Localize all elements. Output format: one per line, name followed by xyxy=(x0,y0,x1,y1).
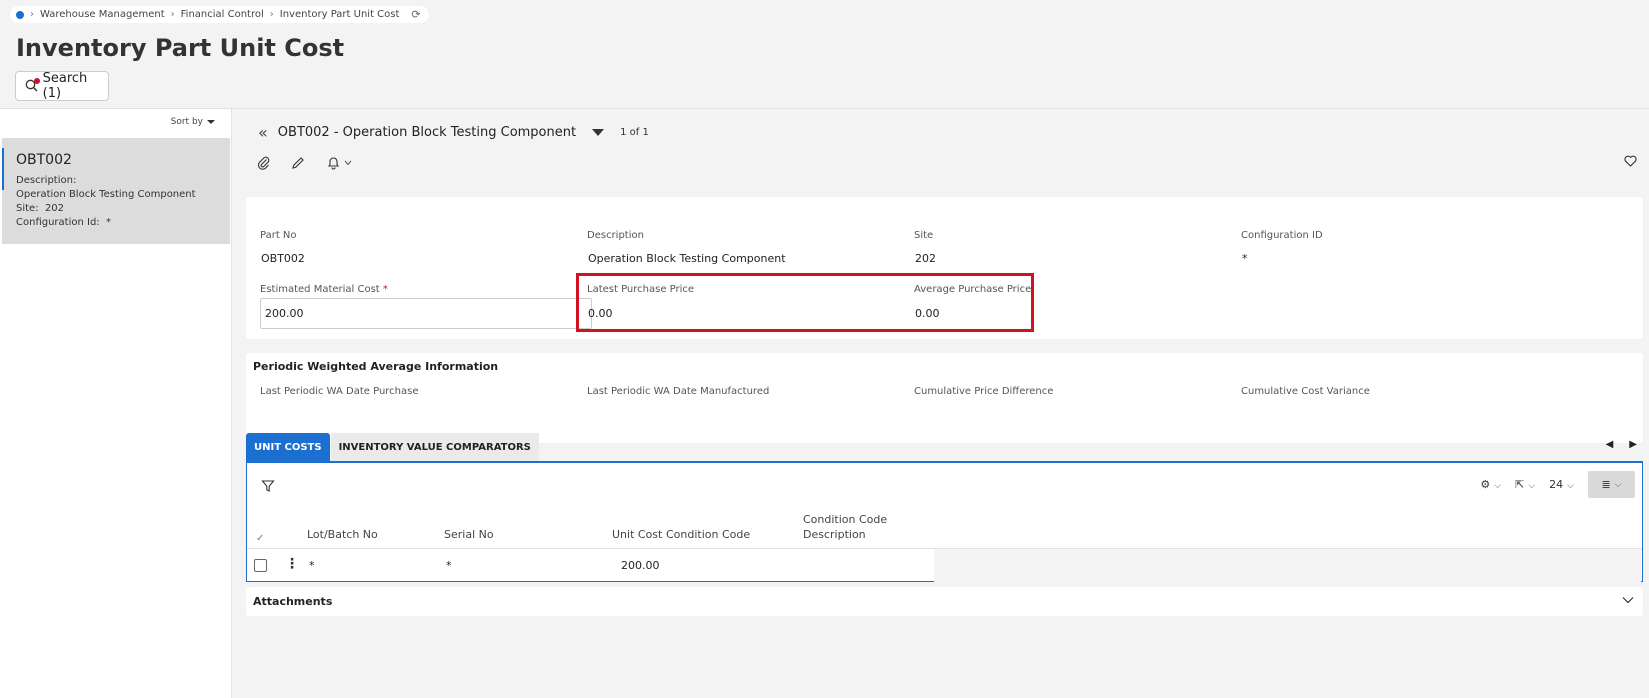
record-count: 1 of 1 xyxy=(620,127,649,138)
last-wa-date-purchase-label: Last Periodic WA Date Purchase xyxy=(260,386,419,397)
tab-inventory-value-comparators[interactable]: INVENTORY VALUE COMPARATORS xyxy=(330,433,539,461)
search-icon xyxy=(25,78,40,93)
configuration-id-label: Configuration ID xyxy=(1241,230,1323,241)
record-description: Operation Block Testing Component xyxy=(16,189,196,200)
table-row-empty-area xyxy=(934,549,1641,582)
cell-lot-batch-no: * xyxy=(309,559,315,572)
bell-icon[interactable] xyxy=(324,155,354,171)
row-density-button[interactable]: ≣ ⌵ xyxy=(1588,471,1635,498)
grid-export-button[interactable]: ⇱ ⌵ xyxy=(1515,478,1535,491)
record-list-panel: Sort by OBT002 Description: Operation Bl… xyxy=(0,109,232,698)
grid-settings-button[interactable]: ⚙ ⌵ xyxy=(1480,478,1501,491)
column-condition-code-description[interactable]: Condition Code Description xyxy=(803,512,887,542)
record-title[interactable]: OBT002 - Operation Block Testing Compone… xyxy=(278,125,576,140)
last-wa-date-manufactured-label: Last Periodic WA Date Manufactured xyxy=(587,386,770,397)
periodic-wa-card: Periodic Weighted Average Information La… xyxy=(246,353,1643,443)
tab-scroll-nav: ◀ ▶ xyxy=(1606,439,1637,450)
record-config: Configuration Id: * xyxy=(16,216,230,230)
tab-scroll-right-icon[interactable]: ▶ xyxy=(1629,439,1637,450)
home-icon[interactable] xyxy=(16,10,24,19)
attachments-section[interactable]: Attachments xyxy=(246,587,1643,616)
breadcrumb-item-warehouse[interactable]: Warehouse Management xyxy=(40,9,165,20)
grid-toolbar: ⚙ ⌵ ⇱ ⌵ 24 ⌵ ≣ ⌵ xyxy=(1480,471,1635,498)
page-size-select[interactable]: 24 ⌵ xyxy=(1549,478,1574,491)
details-card: Part No OBT002 Description Operation Blo… xyxy=(246,197,1643,339)
record-site: Site: 202 xyxy=(16,202,230,216)
periodic-wa-title: Periodic Weighted Average Information xyxy=(253,360,499,373)
breadcrumb-item-current: Inventory Part Unit Cost xyxy=(279,9,400,20)
chevron-down-icon: ⌵ xyxy=(1567,481,1574,491)
list-icon: ≣ xyxy=(1601,478,1611,491)
chevron-right-icon: › xyxy=(170,9,175,20)
column-condition-code[interactable]: Condition Code xyxy=(666,527,750,542)
column-lot-batch-no[interactable]: Lot/Batch No xyxy=(307,527,378,542)
estimated-material-cost-input[interactable]: 200.00 xyxy=(260,298,592,329)
configuration-id-value: * xyxy=(1242,252,1248,265)
sort-by-dropdown[interactable]: Sort by xyxy=(171,117,215,127)
record-config-label: Configuration Id: xyxy=(16,217,100,228)
record-id: OBT002 xyxy=(16,152,72,168)
chevron-right-icon: › xyxy=(269,9,274,20)
chevron-down-icon: ⌵ xyxy=(1614,479,1622,490)
row-actions-kebab-icon[interactable]: ⋮ xyxy=(285,557,299,571)
cumulative-cost-variance-label: Cumulative Cost Variance xyxy=(1241,386,1370,397)
gear-icon: ⚙ xyxy=(1480,478,1491,491)
description-label: Description xyxy=(587,230,644,241)
row-checkbox[interactable] xyxy=(254,559,267,572)
breadcrumb-item-financial-control[interactable]: Financial Control xyxy=(181,9,264,20)
part-no-value: OBT002 xyxy=(261,252,305,265)
site-label: Site xyxy=(914,230,934,241)
record-site-value: 202 xyxy=(44,203,65,214)
cumulative-price-difference-label: Cumulative Price Difference xyxy=(914,386,1054,397)
refresh-icon[interactable]: ⟳ xyxy=(411,8,420,21)
record-config-value: * xyxy=(106,217,112,228)
caret-down-icon[interactable] xyxy=(592,129,605,136)
cell-unit-cost: 200.00 xyxy=(621,559,660,572)
search-button[interactable]: Search (1) xyxy=(15,71,109,101)
tab-bar: UNIT COSTS INVENTORY VALUE COMPARATORS xyxy=(246,433,540,461)
page-title: Inventory Part Unit Cost xyxy=(16,34,345,62)
paperclip-icon[interactable] xyxy=(256,155,272,171)
caret-down-icon xyxy=(207,120,215,124)
column-condition-code-description-line1: Condition Code xyxy=(803,513,888,526)
tab-unit-costs[interactable]: UNIT COSTS xyxy=(246,433,330,461)
breadcrumb: › Warehouse Management › Financial Contr… xyxy=(10,6,429,23)
record-card[interactable]: OBT002 Description: Operation Block Test… xyxy=(2,138,230,244)
page-size-value: 24 xyxy=(1549,478,1564,491)
chevron-right-icon: › xyxy=(30,9,34,20)
pencil-icon[interactable] xyxy=(290,155,306,171)
collapse-panel-icon[interactable]: « xyxy=(258,123,268,142)
column-unit-cost[interactable]: Unit Cost xyxy=(612,527,662,542)
export-icon: ⇱ xyxy=(1515,478,1525,491)
required-marker: * xyxy=(382,284,388,295)
sort-by-label: Sort by xyxy=(170,117,203,127)
record-toolbar xyxy=(256,155,354,171)
main-content: « OBT002 - Operation Block Testing Compo… xyxy=(232,109,1649,698)
chevron-down-icon: ⌵ xyxy=(1528,481,1536,491)
chevron-down-icon: ⌵ xyxy=(1494,481,1502,491)
unit-costs-grid: ⚙ ⌵ ⇱ ⌵ 24 ⌵ ≣ ⌵ ✓ Lot/Batch No Serial No Un… xyxy=(246,461,1643,582)
description-value: Operation Block Testing Component xyxy=(588,252,786,265)
record-site-label: Site: xyxy=(16,203,39,214)
chevron-down-icon xyxy=(344,160,351,166)
filter-icon[interactable] xyxy=(261,479,275,496)
chevron-down-icon[interactable] xyxy=(1621,593,1635,610)
column-condition-code-description-line2: Description xyxy=(803,528,866,541)
select-all-checkmark-icon[interactable]: ✓ xyxy=(256,531,264,546)
search-button-label: Search (1) xyxy=(42,71,88,101)
cell-serial-no: * xyxy=(446,559,452,572)
active-filter-indicator xyxy=(33,78,40,84)
annotation-highlight-box xyxy=(576,273,1034,332)
part-no-label: Part No xyxy=(260,230,297,241)
record-description-label: Description: xyxy=(16,175,77,186)
estimated-material-cost-label-text: Estimated Material Cost xyxy=(260,284,380,295)
attachments-label: Attachments xyxy=(253,595,333,608)
record-header: « OBT002 - Operation Block Testing Compo… xyxy=(258,123,649,142)
site-value: 202 xyxy=(915,252,936,265)
favorite-heart-icon[interactable] xyxy=(1624,155,1637,170)
column-serial-no[interactable]: Serial No xyxy=(444,527,494,542)
estimated-material-cost-label: Estimated Material Cost * xyxy=(260,284,388,295)
tab-scroll-left-icon[interactable]: ◀ xyxy=(1606,439,1614,450)
selection-indicator xyxy=(2,148,4,190)
